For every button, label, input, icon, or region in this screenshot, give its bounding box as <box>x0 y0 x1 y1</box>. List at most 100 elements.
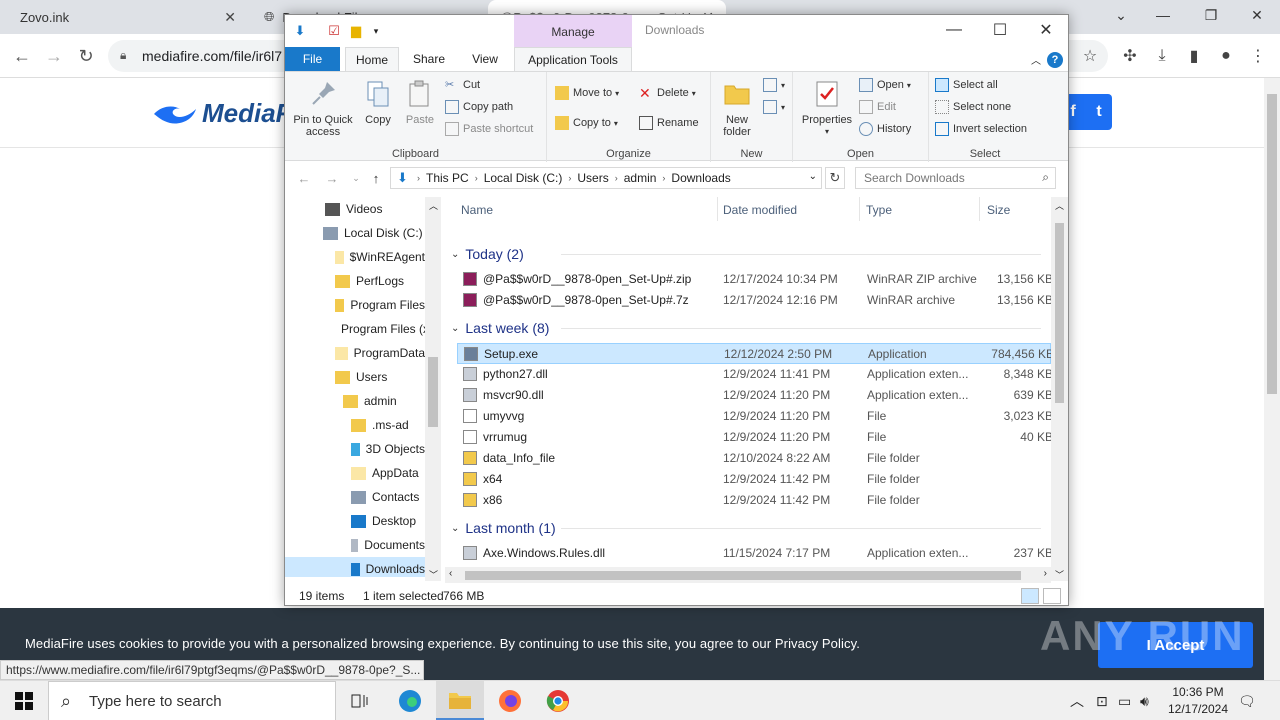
nav-item[interactable]: Program Files <box>285 293 425 317</box>
nav-item[interactable]: .ms-ad <box>285 413 425 437</box>
tab-view[interactable]: View <box>465 47 505 71</box>
customize-quick-icon[interactable]: ▾ <box>367 22 385 40</box>
breadcrumb-downloads[interactable]: Downloads <box>671 171 730 185</box>
forward-icon[interactable]: → <box>40 42 68 70</box>
new-folder-button[interactable]: New folder <box>717 78 757 138</box>
firefox-icon[interactable] <box>486 681 534 720</box>
scroll-up-icon[interactable]: ︿ <box>1055 199 1064 212</box>
nav-pane-scrollbar[interactable]: ︿ ﹀ <box>425 197 441 581</box>
nav-item[interactable]: Documents <box>285 533 425 557</box>
copy-to-button[interactable]: Copy to ▾ <box>555 116 618 130</box>
scroll-down-icon[interactable]: ﹀ <box>1055 568 1064 581</box>
column-size[interactable]: Size <box>987 203 1010 217</box>
copy-path-button[interactable]: Copy path <box>445 100 513 114</box>
column-divider[interactable] <box>979 197 980 221</box>
column-name[interactable]: Name <box>461 203 493 217</box>
help-icon[interactable]: ? <box>1047 52 1063 68</box>
large-icons-view-icon[interactable] <box>1043 588 1061 604</box>
file-row[interactable]: data_Info_file 12/10/2024 8:22 AM File fol… <box>457 448 1051 469</box>
scroll-up-icon[interactable]: ︿ <box>429 199 438 212</box>
edit-button[interactable]: Edit <box>859 100 896 114</box>
file-row[interactable]: x86 12/9/2024 11:42 PM File folder <box>457 490 1051 511</box>
nav-item[interactable]: Users <box>285 365 425 389</box>
tab-share[interactable]: Share <box>409 47 449 71</box>
nav-item[interactable]: admin <box>285 389 425 413</box>
tray-device-icon[interactable]: ⊡ <box>1096 681 1108 720</box>
explorer-quick-icon[interactable]: ⬇ <box>291 22 309 40</box>
search-downloads-input[interactable]: Search Downloads ⌕ <box>855 167 1056 189</box>
maximize-icon[interactable]: ☐ <box>977 15 1023 45</box>
tab-search-icon[interactable]: ⌄ <box>1098 0 1144 30</box>
group-header[interactable]: ⌄ Last month (1) <box>451 517 1051 539</box>
nav-item[interactable]: Desktop <box>285 509 425 533</box>
nav-item[interactable]: AppData <box>285 461 425 485</box>
tab-application-tools[interactable]: Application Tools <box>514 47 632 71</box>
column-date-modified[interactable]: Date modified <box>723 203 797 217</box>
rename-button[interactable]: Rename <box>639 116 699 130</box>
paste-button[interactable]: Paste <box>401 78 439 126</box>
group-header[interactable]: ⌄ Last week (8) <box>451 317 1051 339</box>
properties-button[interactable]: Properties ▾ <box>799 78 855 138</box>
breadcrumb-this-pc[interactable]: This PC <box>426 171 469 185</box>
pin-quick-access-button[interactable]: Pin to Quick access <box>291 78 355 138</box>
scroll-right-icon[interactable]: › <box>1044 568 1047 579</box>
volume-icon[interactable]: 🔊︎ <box>1140 681 1149 720</box>
back-icon[interactable]: ← <box>8 42 36 70</box>
notifications-icon[interactable]: 🗨︎ <box>1238 681 1256 720</box>
scrollbar-thumb[interactable] <box>428 357 438 427</box>
scrollbar-thumb[interactable] <box>1055 223 1064 403</box>
star-icon[interactable]: ☆ <box>1078 44 1102 68</box>
page-scrollbar[interactable] <box>1264 78 1280 680</box>
invert-selection-button[interactable]: Invert selection <box>935 122 1027 136</box>
up-icon[interactable]: ↑ <box>367 169 385 187</box>
select-none-button[interactable]: Select none <box>935 100 1011 114</box>
sidepanel-icon[interactable]: ▮ <box>1182 44 1206 68</box>
nav-item[interactable]: Videos <box>285 197 425 221</box>
task-view-icon[interactable] <box>336 681 384 720</box>
delete-button[interactable]: ✕ Delete ▾ <box>639 86 696 100</box>
paste-shortcut-button[interactable]: Paste shortcut <box>445 122 533 136</box>
minimize-icon[interactable]: — <box>931 15 977 45</box>
select-all-button[interactable]: Select all <box>935 78 998 92</box>
file-row[interactable]: @Pa$$w0rD__9878-0pen_Set-Up#.7z 12/17/202… <box>457 290 1053 311</box>
file-row[interactable]: python27.dll 12/9/2024 11:41 PM Applicatio… <box>457 364 1053 385</box>
breadcrumb-admin[interactable]: admin <box>624 171 657 185</box>
group-header[interactable]: ⌄ Today (2) <box>451 243 1051 265</box>
profile-icon[interactable]: ● <box>1214 44 1238 68</box>
column-type[interactable]: Type <box>866 203 892 217</box>
collapse-ribbon-icon[interactable]: ︿ <box>1029 47 1043 71</box>
network-icon[interactable]: ▭ <box>1118 681 1131 720</box>
move-to-button[interactable]: Move to ▾ <box>555 86 619 100</box>
nav-item[interactable]: Local Disk (C:) <box>285 221 425 245</box>
nav-item[interactable]: 3D Objects <box>285 437 425 461</box>
reload-icon[interactable]: ↻ <box>72 42 100 70</box>
nav-item[interactable]: Contacts <box>285 485 425 509</box>
new-folder-quick-icon[interactable]: ▆ <box>347 22 365 40</box>
file-row[interactable]: @Pa$$w0rD__9878-0pen_Set-Up#.zip 12/17/20… <box>457 269 1053 290</box>
restore-icon[interactable]: ❐ <box>1188 0 1234 30</box>
tray-overflow-icon[interactable]: ︿ <box>1070 681 1084 720</box>
close-icon[interactable]: ✕ <box>1023 15 1069 45</box>
scrollbar-thumb[interactable] <box>465 571 1021 580</box>
refresh-icon[interactable]: ↻ <box>825 167 845 189</box>
file-row[interactable]: vrrumug 12/9/2024 11:20 PM File 40 KB <box>457 427 1053 448</box>
nav-item[interactable]: $WinREAgent <box>285 245 425 269</box>
nav-item[interactable]: Program Files (x86) <box>285 317 441 341</box>
extensions-icon[interactable]: ✣ <box>1118 44 1142 68</box>
column-divider[interactable] <box>859 197 860 221</box>
menu-icon[interactable]: ⋮ <box>1246 44 1270 68</box>
facebook-icon[interactable]: f <box>1070 103 1075 121</box>
details-view-icon[interactable] <box>1021 588 1039 604</box>
file-row[interactable]: Setup.exe 12/12/2024 2:50 PM Application 78… <box>457 343 1054 364</box>
chrome-icon[interactable] <box>534 681 582 720</box>
minimize-icon[interactable]: — <box>1140 0 1186 30</box>
open-button[interactable]: Open ▾ <box>859 78 911 92</box>
browser-tab-zovo[interactable]: Zovo.ink ✕ <box>8 0 248 34</box>
tab-file[interactable]: File <box>285 47 340 71</box>
forward-icon[interactable]: → <box>323 169 341 187</box>
taskbar-clock[interactable]: 10:36 PM 12/17/2024 <box>1158 684 1238 718</box>
scroll-down-icon[interactable]: ﹀ <box>429 568 438 581</box>
properties-quick-icon[interactable]: ☑ <box>325 22 343 40</box>
explorer-address-bar[interactable]: ⬇ › This PC › Local Disk (C:) › Users › … <box>390 167 822 189</box>
nav-item[interactable]: ProgramData <box>285 341 425 365</box>
